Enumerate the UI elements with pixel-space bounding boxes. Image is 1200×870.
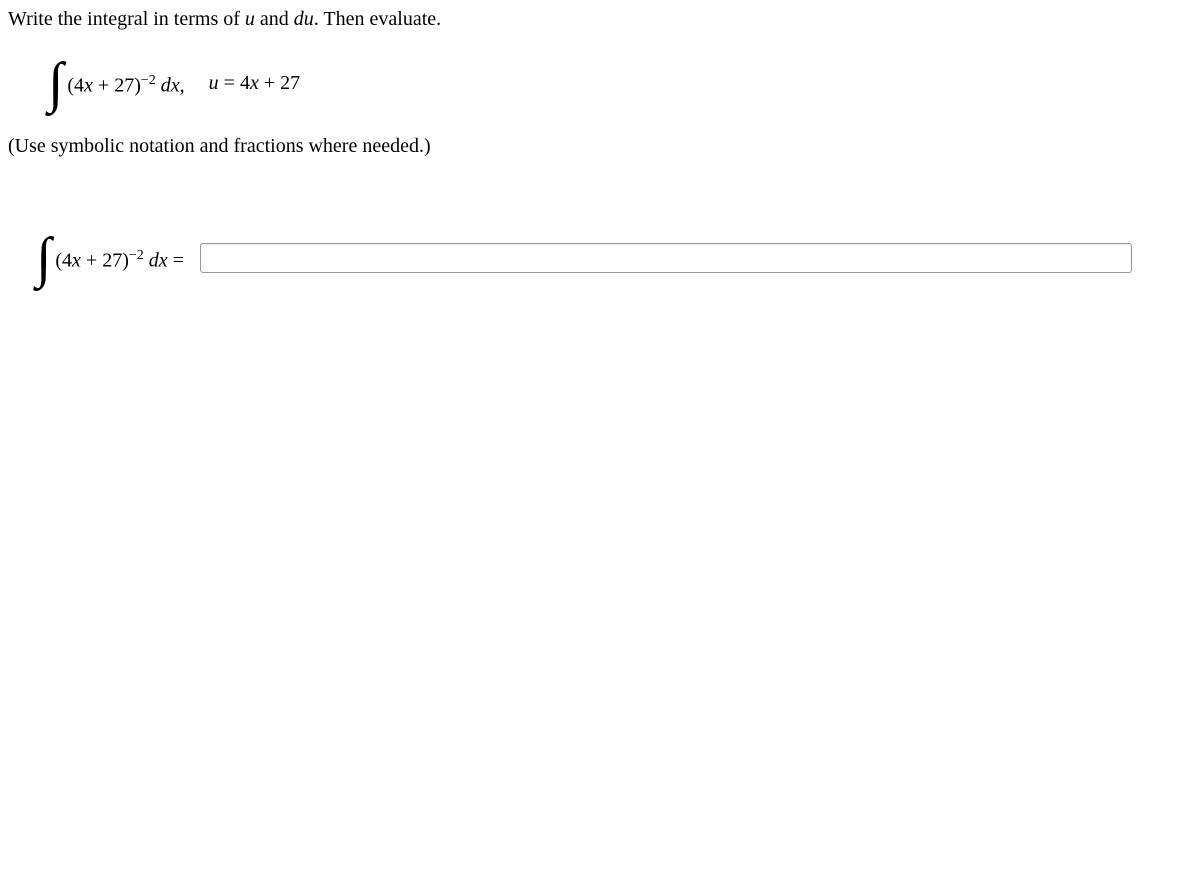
cond-x: x [250, 72, 259, 94]
differential-d: d [149, 249, 159, 271]
answer-input[interactable] [200, 243, 1132, 273]
question-var-u: u [245, 8, 255, 30]
diff-var-x: x [159, 249, 168, 271]
cond-coeff: 4 [240, 72, 250, 94]
const-27: 27 [114, 74, 134, 96]
question-prefix: Write the integral in terms of [8, 8, 245, 30]
const-27: 27 [102, 249, 122, 271]
cond-eq: = [219, 72, 240, 94]
lparen: ( [55, 249, 62, 271]
equals-sign: = [168, 249, 184, 271]
answer-integrand: (4x + 27)−2 dx = [55, 244, 184, 273]
question-mid: and [255, 8, 294, 30]
cond-const: 27 [280, 72, 300, 94]
answer-row: ∫ (4x + 27)−2 dx = [36, 230, 1192, 286]
rparen: ) [122, 249, 129, 271]
integral-sign-icon: ∫ [36, 230, 51, 286]
coeff-4: 4 [62, 249, 72, 271]
plus-sign: + [81, 249, 102, 271]
question-var-du: du [294, 8, 314, 30]
substitution-condition: u = 4x + 27 [209, 72, 300, 95]
cond-plus: + [259, 72, 280, 94]
cond-u: u [209, 72, 219, 94]
plus-sign: + [93, 74, 114, 96]
input-hint: (Use symbolic notation and fractions whe… [8, 135, 1192, 158]
comma: , [180, 74, 185, 96]
integral-display-row: ∫ (4x + 27)−2 dx, u = 4x + 27 [8, 55, 1192, 111]
diff-var-x: x [171, 74, 180, 96]
var-x: x [84, 74, 93, 96]
integral-expression: ∫ (4x + 27)−2 dx, [48, 55, 185, 111]
question-text: Write the integral in terms of u and du.… [8, 8, 1192, 31]
integral-sign-icon: ∫ [48, 55, 63, 111]
exponent-neg2: −2 [129, 248, 144, 263]
differential-d: d [161, 74, 171, 96]
question-suffix: . Then evaluate. [314, 8, 441, 30]
lparen: ( [67, 74, 74, 96]
rparen: ) [134, 74, 141, 96]
coeff-4: 4 [74, 74, 84, 96]
exponent-neg2: −2 [141, 73, 156, 88]
answer-integral-expression: ∫ (4x + 27)−2 dx = [36, 230, 184, 286]
integrand-expression: (4x + 27)−2 dx, [67, 69, 184, 98]
var-x: x [72, 249, 81, 271]
